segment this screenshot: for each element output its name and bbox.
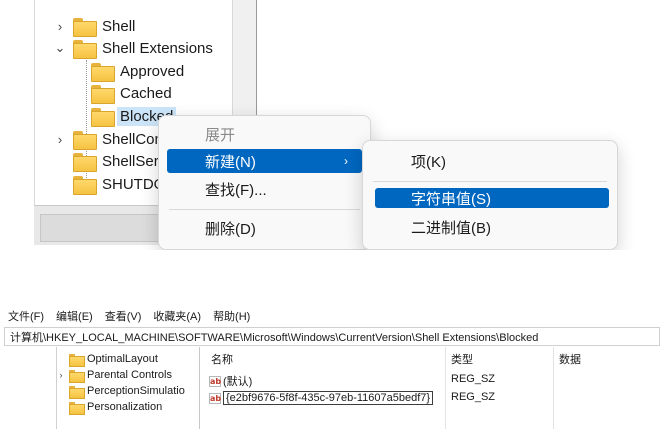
tree-item-cached[interactable]: Cached [71, 82, 175, 104]
scrollbar-thumb[interactable] [40, 214, 164, 242]
menu-separator [373, 181, 607, 182]
folder-icon [73, 152, 97, 172]
submenu-item-string-value[interactable]: 字符串值(S) [375, 188, 609, 208]
tree-item-label: Approved [120, 62, 185, 80]
menu-edit[interactable]: 编辑(E) [56, 308, 93, 324]
menu-item-label: 新建(N) [205, 153, 256, 171]
folder-icon [73, 175, 97, 195]
chevron-right-icon[interactable]: › [56, 370, 66, 380]
menu-item-label: 展开 [205, 126, 236, 144]
menu-item-label: 二进制值(B) [411, 219, 491, 237]
tree-item-label: Personalization [87, 401, 163, 413]
tree-item-label: Shell [102, 17, 136, 35]
value-type: REG_SZ [451, 391, 496, 403]
folder-icon [73, 39, 97, 59]
tree-item-shellserv[interactable]: ShellServ [53, 150, 169, 172]
string-value-icon: ab [209, 375, 222, 387]
menu-item-label: 字符串值(S) [411, 190, 491, 208]
tree-item-label: OptimalLayout [87, 353, 158, 365]
zoomed-registry-view: › Shell ⌄ Shell Extensions Approved Cach… [0, 0, 667, 250]
menu-item-label: 项(K) [411, 153, 446, 171]
menu-separator [169, 209, 360, 210]
key-tree-pane: OptimalLayout › Parental Controls Percep… [4, 347, 200, 429]
folder-icon [69, 369, 85, 383]
menu-item-new[interactable]: 新建(N) › [167, 149, 362, 173]
rename-input[interactable]: {e2bf9676-5f8f-435c-97eb-11607a5bedf7} [223, 391, 434, 405]
menu-item-find[interactable]: 查找(F)... [167, 177, 362, 201]
tree-item-label: PerceptionSimulatio [87, 385, 185, 397]
column-header-type[interactable]: 类型 [451, 351, 473, 367]
tree-item-approved[interactable]: Approved [71, 60, 187, 82]
menu-bar: 文件(F) 编辑(E) 查看(V) 收藏夹(A) 帮助(H) [0, 306, 667, 326]
value-row-new-string[interactable]: ab {e2bf9676-5f8f-435c-97eb-11607a5bedf7… [201, 389, 661, 407]
menu-view[interactable]: 查看(V) [105, 308, 142, 324]
string-value-icon: ab [209, 392, 222, 404]
tree-item-personalization[interactable]: Personalization [56, 399, 162, 415]
new-submenu: 项(K) 字符串值(S) 二进制值(B) [362, 140, 618, 250]
tree-item-optimallayout[interactable]: OptimalLayout [56, 351, 158, 367]
chevron-down-icon[interactable]: ⌄ [53, 40, 67, 56]
tree-item-parental-controls[interactable]: › Parental Controls [56, 367, 172, 383]
chevron-right-icon: › [344, 154, 348, 168]
column-header-data[interactable]: 数据 [559, 351, 581, 367]
tree-item-label: Shell Extensions [102, 39, 213, 57]
tree-item-label: Parental Controls [87, 369, 172, 381]
address-path: 计算机\HKEY_LOCAL_MACHINE\SOFTWARE\Microsof… [10, 331, 539, 344]
folder-icon [69, 401, 85, 415]
value-row-default[interactable]: ab (默认) REG_SZ [201, 371, 661, 389]
column-header-name[interactable]: 名称 [211, 351, 233, 367]
chevron-right-icon[interactable]: › [53, 19, 67, 34]
menu-help[interactable]: 帮助(H) [213, 308, 250, 324]
folder-icon [73, 130, 97, 150]
tree-item-shellcom[interactable]: › ShellCom [53, 128, 170, 150]
values-list-pane: 名称 类型 数据 ab (默认) REG_SZ ab {e2bf9676-5f8… [201, 347, 661, 429]
value-type: REG_SZ [451, 373, 496, 385]
menu-item-label: 删除(D) [205, 220, 256, 238]
submenu-item-key[interactable]: 项(K) [371, 149, 609, 173]
folder-icon [91, 84, 115, 104]
context-menu: 展开 新建(N) › 查找(F)... 删除(D) [158, 115, 371, 250]
folder-icon [73, 17, 97, 37]
menu-file[interactable]: 文件(F) [8, 308, 44, 324]
submenu-item-binary-value[interactable]: 二进制值(B) [371, 215, 609, 239]
registry-editor-window: 文件(F) 编辑(E) 查看(V) 收藏夹(A) 帮助(H) 计算机\HKEY_… [0, 306, 667, 429]
tree-item-label: Cached [120, 84, 172, 102]
address-bar[interactable]: 计算机\HKEY_LOCAL_MACHINE\SOFTWARE\Microsof… [4, 327, 660, 346]
folder-icon [91, 107, 115, 127]
chevron-right-icon[interactable]: › [53, 132, 67, 147]
menu-item-expand: 展开 [167, 122, 362, 146]
folder-icon [69, 385, 85, 399]
value-name: (默认) [223, 376, 253, 388]
menu-favorites[interactable]: 收藏夹(A) [153, 308, 201, 324]
folder-icon [69, 353, 85, 367]
tree-item-perceptionsimulation[interactable]: PerceptionSimulatio [56, 383, 185, 399]
menu-item-label: 查找(F)... [205, 181, 267, 199]
menu-item-delete[interactable]: 删除(D) [167, 216, 362, 240]
tree-item-shell[interactable]: › Shell [53, 15, 138, 37]
tree-item-shell-extensions[interactable]: ⌄ Shell Extensions [53, 37, 216, 59]
folder-icon [91, 62, 115, 82]
